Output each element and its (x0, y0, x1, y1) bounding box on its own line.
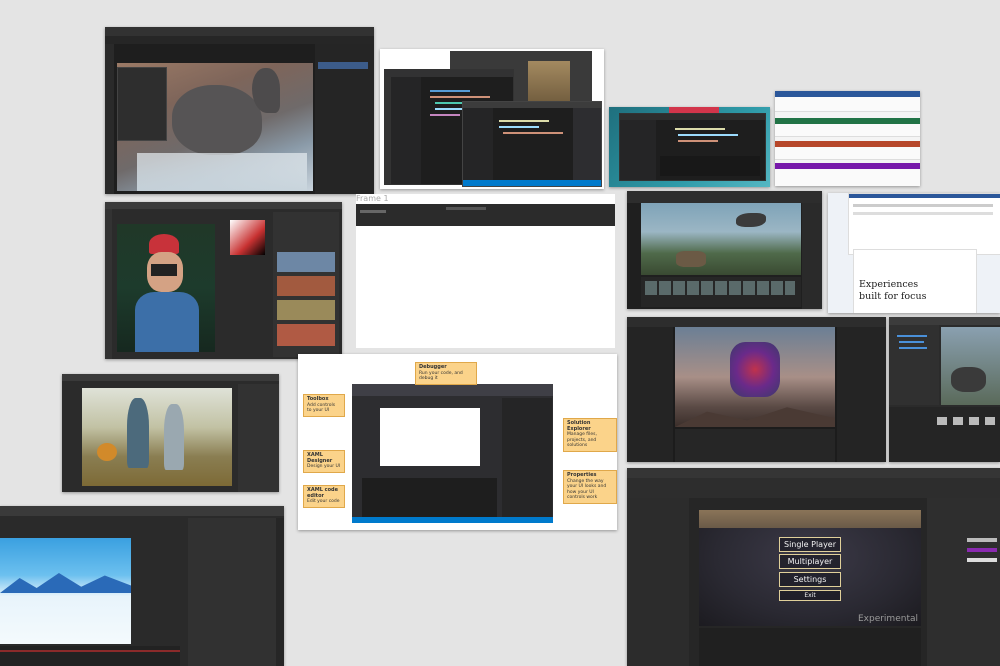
color-picker (230, 220, 265, 255)
callout-toolbox: Toolbox Add controls to your UI (303, 394, 345, 417)
game-menu-editor[interactable]: Single Player Multiplayer Settings Exit … (627, 468, 1000, 666)
settings-button[interactable]: Settings (779, 572, 841, 587)
exit-button[interactable]: Exit (779, 590, 841, 601)
details-panel (927, 498, 1000, 666)
learn-panel (273, 212, 339, 357)
unity-editor-screenshot[interactable] (889, 317, 1000, 462)
vs-window (352, 384, 553, 523)
callout-xaml-code-editor: XAML code editor Edit your code (303, 485, 345, 508)
viewport-dragon (641, 203, 801, 275)
multiplayer-button[interactable]: Multiplayer (779, 554, 841, 569)
frame-label: Frame 1 (356, 194, 389, 203)
elephant-shape (172, 85, 262, 155)
unreal-editor-dragon[interactable] (627, 191, 822, 309)
stage-canvas (0, 538, 131, 644)
context-menu (117, 67, 167, 141)
elephant-trunk (252, 68, 280, 113)
running-photo (82, 388, 232, 486)
office-apps-screenshot[interactable] (775, 91, 920, 186)
layers-panel (315, 44, 374, 194)
callout-debugger: Debugger Run your code, and debug it (415, 362, 477, 385)
callout-solution-explorer: Solution Explorer Manage files, projects,… (563, 418, 617, 452)
visual-studio-annotated[interactable]: Debugger Run your code, and debug it Tool… (298, 354, 617, 530)
scene-view (941, 327, 1000, 405)
vscode-editor-front (462, 101, 602, 187)
photoshop-running-girls[interactable] (62, 374, 279, 492)
frame-titlebar (356, 204, 615, 226)
teal-terminal-screenshot[interactable] (609, 107, 770, 187)
red-hat (149, 234, 179, 254)
vscode-screenshot-cluster[interactable] (380, 49, 604, 189)
toolbar (105, 36, 374, 44)
animate-editor-screenshot[interactable] (0, 506, 284, 666)
robot-figure (730, 342, 780, 397)
blank-app-frame[interactable]: Frame 1 (356, 194, 615, 348)
terminal-window (619, 113, 766, 181)
callout-xaml-designer: XAML Designer Design your UI (303, 450, 345, 473)
photoshop-web-screenshot[interactable] (105, 27, 374, 194)
woman-camera-photo (117, 224, 215, 352)
experimental-watermark: Experimental (857, 614, 918, 624)
content-browser (641, 277, 801, 307)
project-folders (889, 407, 1000, 462)
designer-canvas (380, 408, 480, 466)
tools-panel (105, 44, 114, 194)
photoshop-desktop-screenshot[interactable] (105, 202, 342, 359)
unreal-editor-robot[interactable] (627, 317, 886, 462)
viewport-robot (675, 327, 835, 427)
game-viewport: Single Player Multiplayer Settings Exit … (699, 510, 921, 626)
callout-properties: Properties Change the way your UI looks a… (563, 470, 617, 504)
water-splash (137, 153, 307, 191)
office-hero-text: Experiences built for focus (859, 279, 927, 302)
office-hero-screenshot[interactable]: Experiences built for focus (828, 193, 1000, 313)
browser-bar (105, 27, 374, 36)
single-player-button[interactable]: Single Player (779, 537, 841, 552)
